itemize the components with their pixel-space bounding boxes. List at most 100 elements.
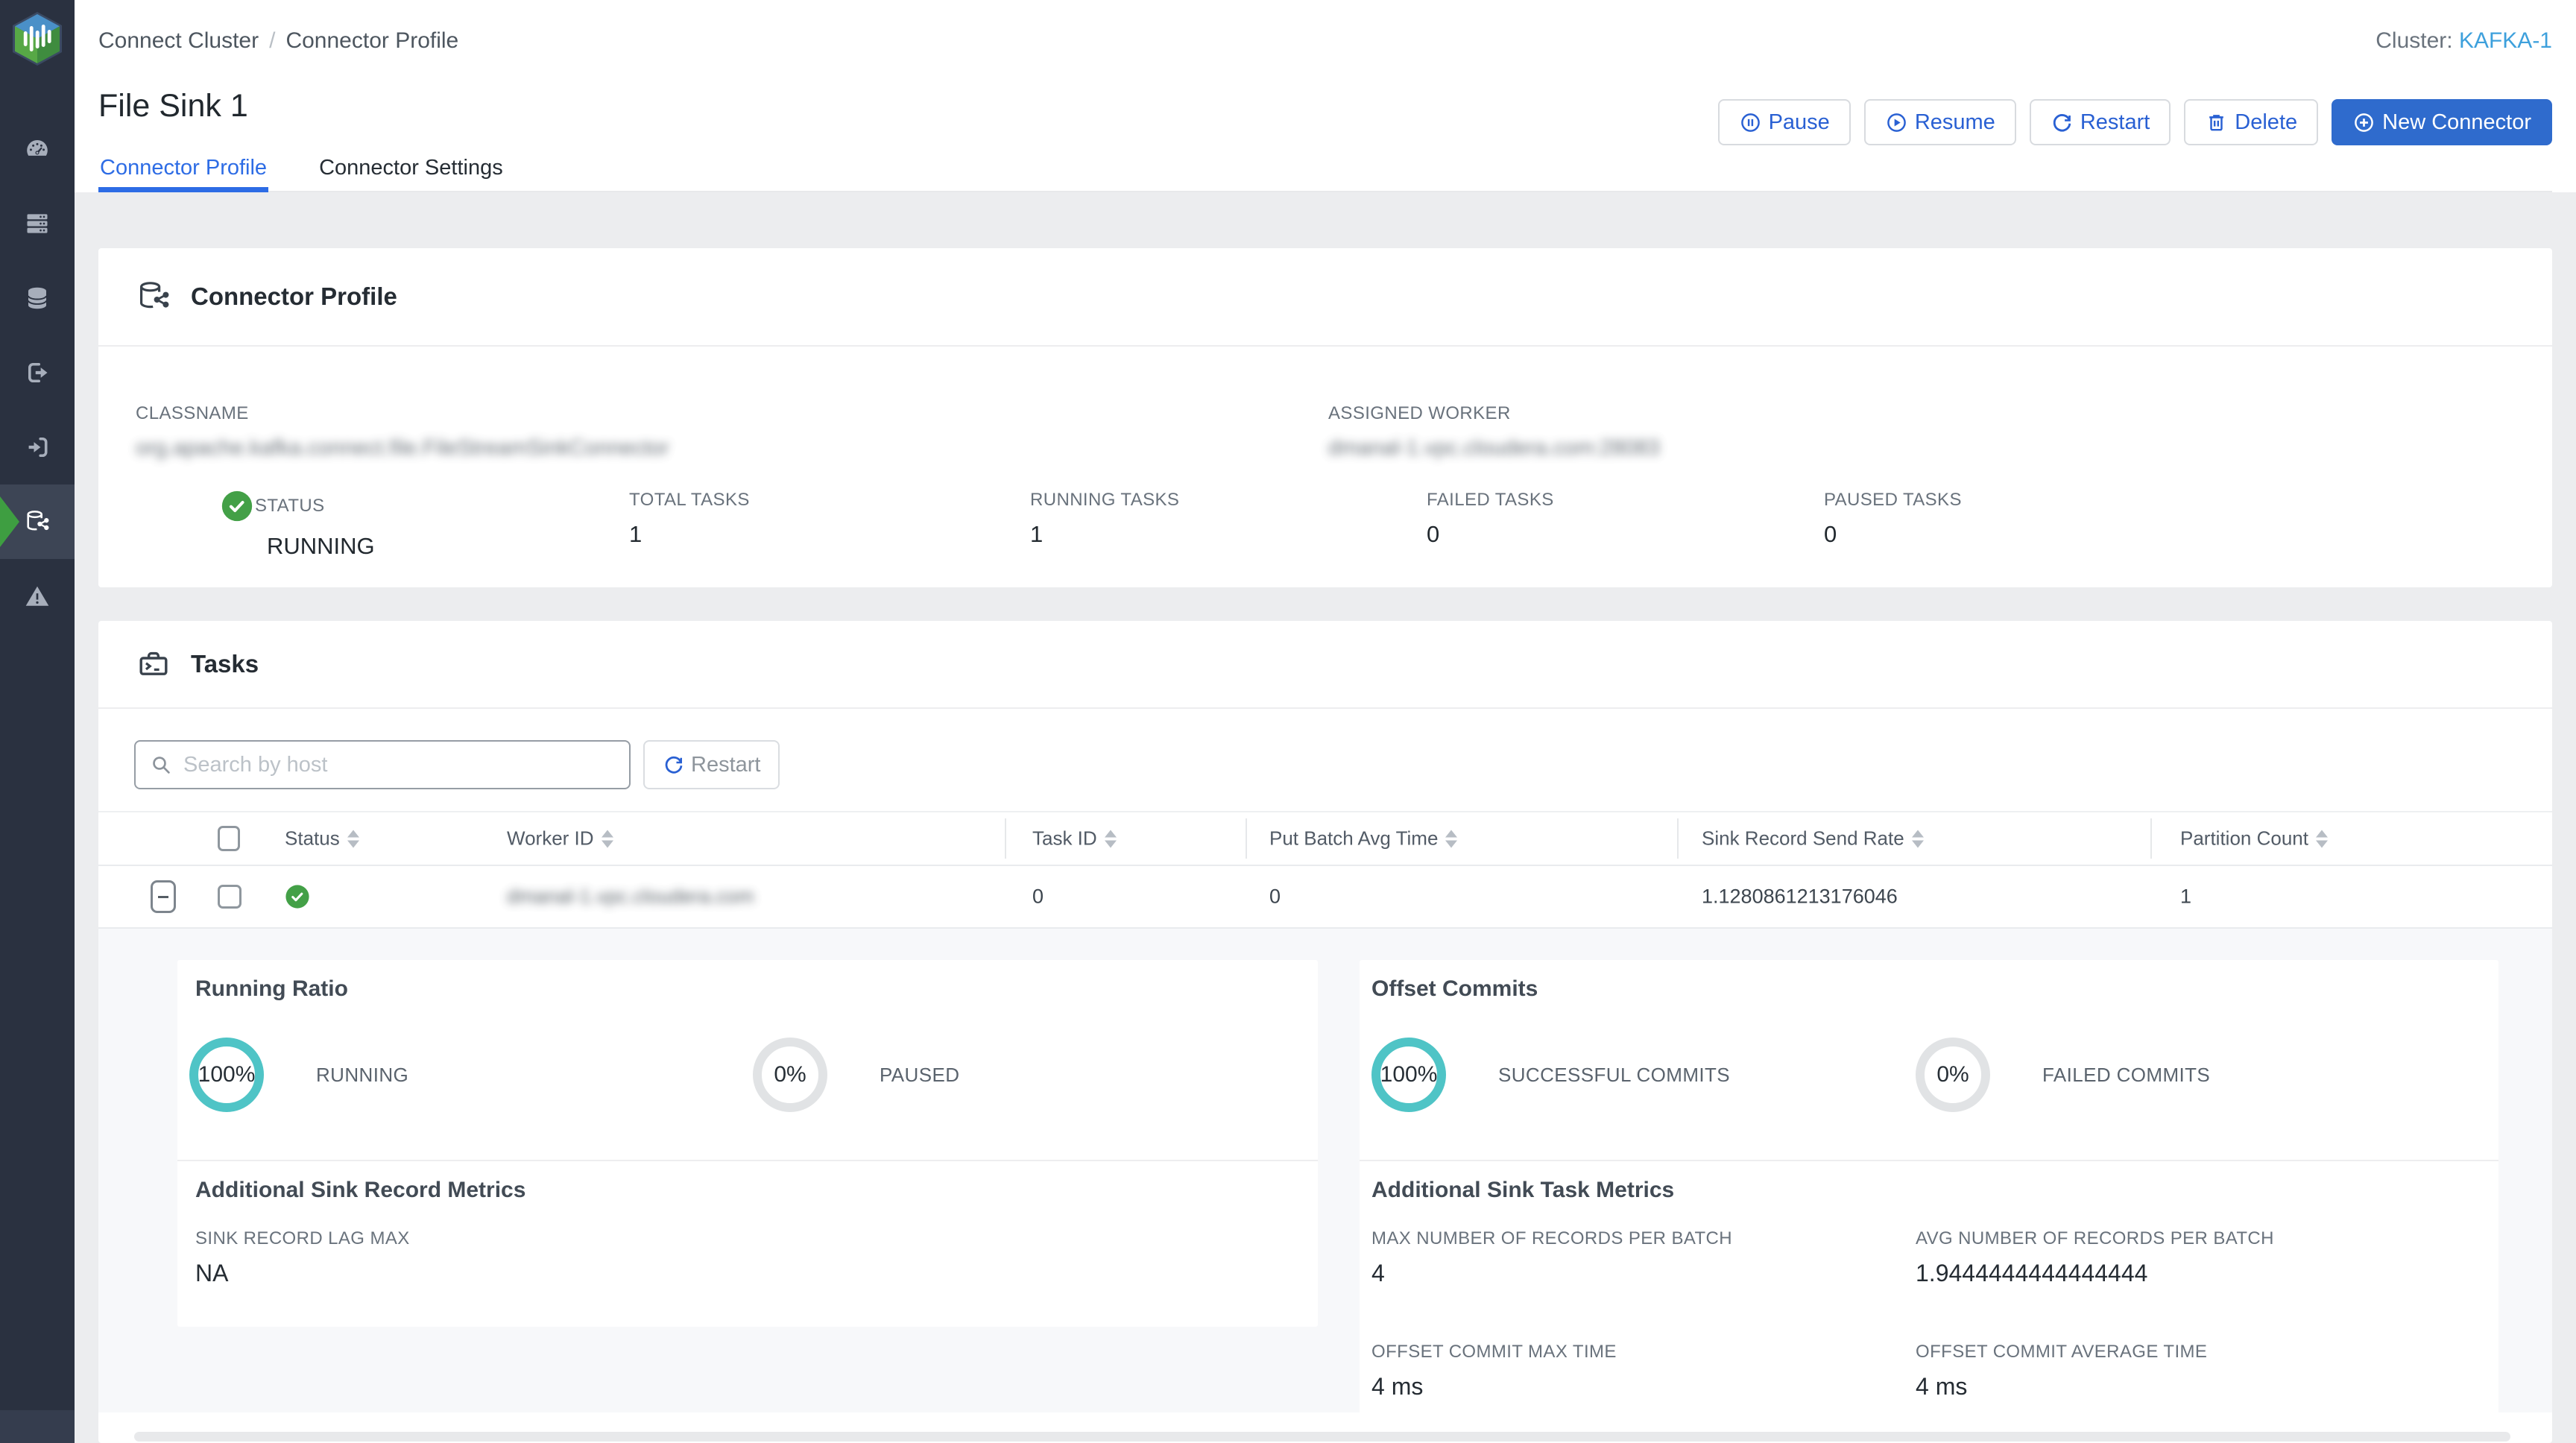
- sidebar-item-brokers[interactable]: [0, 186, 75, 261]
- plus-circle-icon: [2352, 111, 2375, 134]
- offset-commit-avg-time-metric: OFFSET COMMIT AVERAGE TIME 4 ms: [1916, 1342, 2207, 1401]
- total-tasks-value: 1: [629, 521, 750, 548]
- sink-record-lag-max-metric: SINK RECORD LAG MAX NA: [195, 1228, 410, 1287]
- successful-commits-donut: 100%: [1371, 1038, 1446, 1112]
- new-connector-button[interactable]: New Connector: [2332, 99, 2552, 145]
- page-title: File Sink 1: [98, 88, 248, 124]
- task-restart-button[interactable]: Restart: [643, 740, 780, 789]
- running-donut: 100%: [189, 1038, 264, 1112]
- stat-running-tasks: RUNNING TASKS 1: [1030, 490, 1179, 548]
- sort-icon[interactable]: [602, 830, 613, 847]
- active-indicator: [0, 496, 19, 547]
- search-icon: [149, 753, 173, 777]
- new-connector-label: New Connector: [2382, 110, 2531, 135]
- tab-connector-settings[interactable]: Connector Settings: [318, 145, 505, 191]
- select-all-checkbox[interactable]: [218, 826, 240, 851]
- pause-button[interactable]: Pause: [1718, 99, 1851, 145]
- sort-icon[interactable]: [347, 830, 359, 847]
- column-put-batch-avg-time[interactable]: Put Batch Avg Time: [1269, 827, 1457, 850]
- trash-icon: [2205, 111, 2228, 134]
- gauge-icon: [24, 136, 51, 162]
- breadcrumb-connect-cluster[interactable]: Connect Cluster: [98, 28, 259, 54]
- play-circle-icon: [1885, 111, 1908, 134]
- sidebar-item-producers[interactable]: [0, 410, 75, 484]
- horizontal-scrollbar[interactable]: [134, 1432, 2510, 1442]
- tasks-card-title: Tasks: [191, 650, 259, 678]
- connect-icon: [24, 508, 51, 535]
- sidebar-item-alerts[interactable]: [0, 559, 75, 634]
- failed-commits-donut-group: 0% FAILED COMMITS: [1916, 1038, 2210, 1112]
- sidebar-footer: [0, 1410, 75, 1443]
- sort-icon[interactable]: [2316, 830, 2328, 847]
- sidebar: [0, 0, 75, 1443]
- tasks-card: Tasks Restart Status Worker ID Task ID: [98, 621, 2552, 1443]
- tasks-icon: [136, 646, 171, 682]
- column-put-batch-label: Put Batch Avg Time: [1269, 827, 1438, 850]
- classname-value: org.apache.kafka.connect.file.FileStream…: [136, 436, 669, 461]
- failed-tasks-value: 0: [1427, 521, 1554, 548]
- classname-label: CLASSNAME: [136, 403, 669, 424]
- divider: [1360, 1160, 2498, 1161]
- column-task-id-label: Task ID: [1032, 827, 1097, 850]
- stat-paused-tasks: PAUSED TASKS 0: [1824, 490, 1962, 548]
- avg-records-value: 1.9444444444444444: [1916, 1260, 2274, 1287]
- column-worker-id-label: Worker ID: [507, 827, 594, 850]
- restart-button[interactable]: Restart: [2030, 99, 2171, 145]
- offset-commits-panel: Offset Commits 100% SUCCESSFUL COMMITS 0…: [1360, 960, 2498, 1427]
- check-circle-icon: [221, 490, 253, 522]
- resume-button[interactable]: Resume: [1864, 99, 2016, 145]
- column-divider: [1677, 818, 1679, 859]
- resume-label: Resume: [1915, 110, 1995, 135]
- avg-records-per-batch-metric: AVG NUMBER OF RECORDS PER BATCH 1.944444…: [1916, 1228, 2274, 1287]
- stat-status: STATUS RUNNING: [244, 490, 375, 560]
- page-header: Connect Cluster / Connector Profile Clus…: [75, 0, 2576, 192]
- assigned-worker-label: ASSIGNED WORKER: [1328, 403, 1660, 424]
- failed-tasks-label: FAILED TASKS: [1427, 490, 1554, 511]
- collapse-row-button[interactable]: [151, 880, 176, 913]
- breadcrumb: Connect Cluster / Connector Profile: [98, 28, 458, 54]
- offset-commit-avg-value: 4 ms: [1916, 1373, 2207, 1401]
- sort-icon[interactable]: [1445, 830, 1457, 847]
- sidebar-item-topics[interactable]: [0, 261, 75, 335]
- running-tasks-value: 1: [1030, 521, 1179, 548]
- offset-commit-max-value: 4 ms: [1371, 1373, 1617, 1401]
- restart-icon: [2051, 111, 2074, 134]
- delete-label: Delete: [2235, 110, 2297, 135]
- sort-icon[interactable]: [1912, 830, 1924, 847]
- column-worker-id[interactable]: Worker ID: [507, 827, 613, 850]
- column-partition-count[interactable]: Partition Count: [2180, 827, 2328, 850]
- paused-donut-label: PAUSED: [880, 1064, 959, 1087]
- status-label: STATUS: [255, 496, 325, 517]
- row-checkbox[interactable]: [218, 885, 242, 909]
- sort-icon[interactable]: [1105, 830, 1117, 847]
- action-buttons: Pause Resume Restart Delete New Connecto…: [1718, 99, 2552, 145]
- search-input[interactable]: [183, 753, 616, 777]
- sidebar-item-connect[interactable]: [0, 484, 75, 559]
- cell-task-id: 0: [1032, 885, 1044, 909]
- cell-sink-record-send-rate: 1.1280861213176046: [1702, 885, 1898, 909]
- breadcrumb-connector-profile: Connector Profile: [285, 28, 458, 54]
- max-records-per-batch-metric: MAX NUMBER OF RECORDS PER BATCH 4: [1371, 1228, 1732, 1287]
- producers-icon: [24, 434, 51, 461]
- column-status[interactable]: Status: [285, 827, 359, 850]
- sidebar-item-consumers[interactable]: [0, 335, 75, 410]
- delete-button[interactable]: Delete: [2184, 99, 2318, 145]
- column-divider: [1246, 818, 1247, 859]
- paused-donut-group: 0% PAUSED: [753, 1038, 959, 1112]
- tab-connector-profile[interactable]: Connector Profile: [98, 145, 268, 191]
- restart-icon: [663, 754, 685, 776]
- paused-tasks-value: 0: [1824, 521, 1962, 548]
- pause-label: Pause: [1769, 110, 1830, 135]
- successful-commits-label: SUCCESSFUL COMMITS: [1498, 1064, 1730, 1087]
- column-sink-record-send-rate[interactable]: Sink Record Send Rate: [1702, 827, 1924, 850]
- sidebar-item-overview[interactable]: [0, 112, 75, 186]
- column-task-id[interactable]: Task ID: [1032, 827, 1117, 850]
- assigned-worker-value: dmanal-1.vpc.cloudera.com:28083: [1328, 436, 1660, 461]
- check-circle-icon: [285, 884, 310, 909]
- avg-records-label: AVG NUMBER OF RECORDS PER BATCH: [1916, 1228, 2274, 1249]
- column-status-label: Status: [285, 827, 340, 850]
- table-row[interactable]: dmanal-1.vpc.cloudera.com 0 0 1.12808612…: [98, 866, 2552, 929]
- cluster-link[interactable]: KAFKA-1: [2459, 28, 2552, 53]
- stat-failed-tasks: FAILED TASKS 0: [1427, 490, 1554, 548]
- topics-icon: [24, 285, 51, 312]
